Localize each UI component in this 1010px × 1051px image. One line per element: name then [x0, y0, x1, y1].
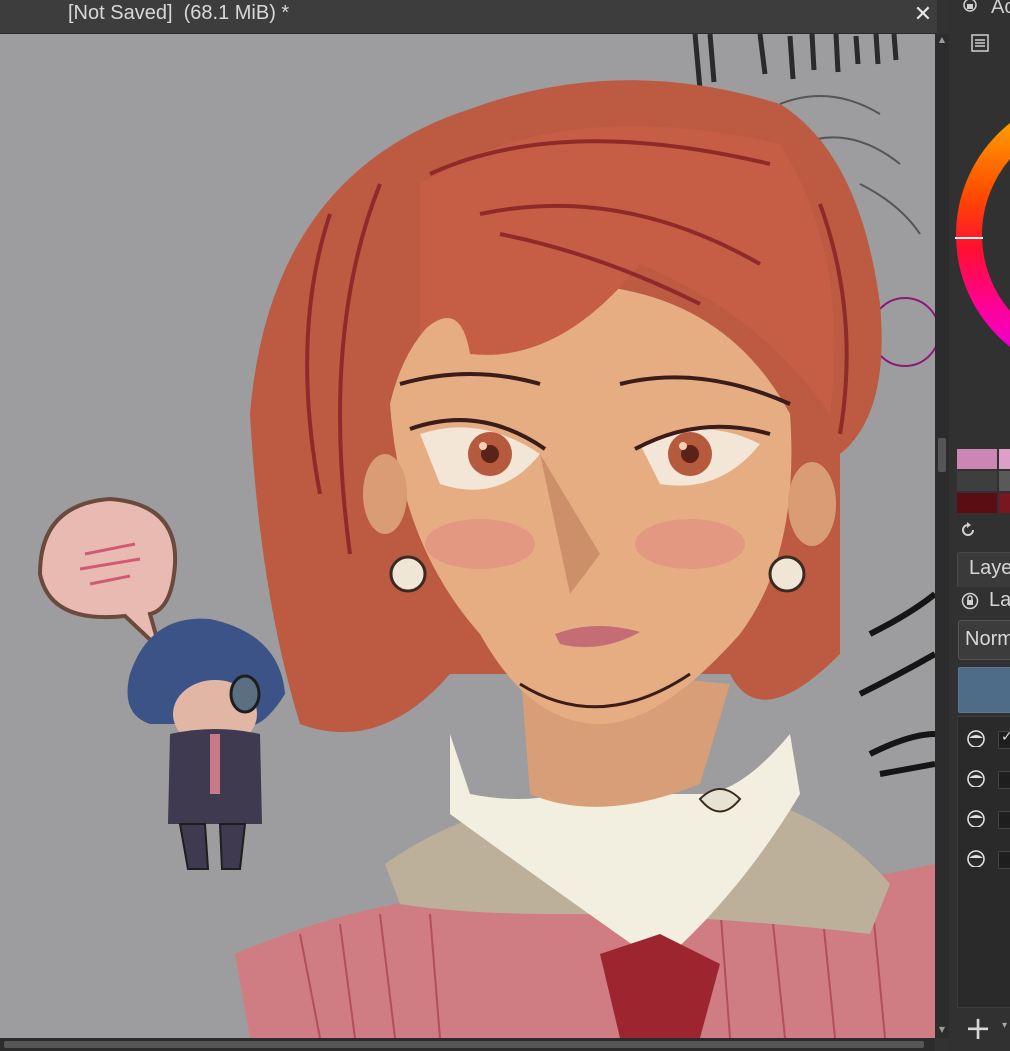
palette-swatch[interactable] [999, 471, 1010, 491]
blend-mode-value: Norm [965, 628, 1010, 650]
add-layer-button[interactable]: + [963, 1012, 993, 1044]
palette-swatch[interactable] [999, 449, 1010, 469]
color-wheel[interactable] [949, 95, 1010, 375]
scroll-down-icon[interactable]: ▼ [935, 1024, 949, 1036]
chevron-down-icon[interactable]: ▾ [1002, 1020, 1007, 1031]
layer-row[interactable] [958, 839, 1010, 877]
eye-icon[interactable] [965, 809, 987, 827]
drawing-canvas[interactable] [0, 34, 935, 1038]
sketch-hatching [692, 34, 899, 90]
docker-title: Ac [991, 0, 1010, 18]
close-icon[interactable]: ✕ [911, 3, 935, 27]
eye-icon[interactable] [965, 729, 987, 747]
black-ink-strokes [858, 591, 935, 777]
left-earring [389, 555, 427, 593]
vertical-scroll-thumb[interactable] [938, 438, 946, 472]
palette-swatch[interactable] [957, 449, 997, 469]
tab-layers-label: Laye [969, 557, 1010, 579]
eye-icon[interactable] [965, 849, 987, 867]
palette-swatch[interactable] [999, 493, 1010, 513]
layer-row[interactable] [958, 799, 1010, 837]
palette-swatch[interactable] [957, 471, 997, 491]
layer-lock-icon[interactable] [961, 592, 979, 610]
layer-row[interactable]: ✓ [958, 719, 1010, 757]
speech-bubble [37, 496, 178, 656]
layer-checkbox[interactable] [998, 851, 1010, 869]
vertical-scrollbar[interactable]: ▲ ▼ [935, 34, 949, 1038]
scroll-up-icon[interactable]: ▲ [935, 34, 949, 46]
right-earring [768, 555, 806, 593]
refresh-icon[interactable] [959, 521, 977, 539]
right-docker: Ac Laye La Norm ✓ + ▾ [949, 0, 1010, 1051]
document-tab-bar: [Not Saved] (68.1 MiB) * ✕ [0, 0, 937, 34]
blend-mode-select[interactable]: Norm [958, 620, 1010, 660]
horizontal-scroll-thumb[interactable] [4, 1041, 924, 1048]
palette-swatch[interactable] [957, 493, 997, 513]
tab-layers[interactable]: Laye [957, 552, 1010, 587]
layer-label: La [989, 589, 1010, 611]
document-tab-title[interactable]: [Not Saved] (68.1 MiB) * [68, 2, 289, 25]
layer-list: ✓ [957, 716, 1010, 1008]
layer-checkbox[interactable] [998, 811, 1010, 829]
opacity-slider[interactable] [958, 667, 1010, 713]
layer-row[interactable] [958, 759, 1010, 797]
horizontal-scrollbar[interactable] [0, 1038, 935, 1051]
layer-checkbox[interactable] [998, 771, 1010, 789]
docker-menu-icon[interactable] [971, 34, 989, 52]
artwork [37, 34, 935, 1038]
eye-icon[interactable] [965, 769, 987, 787]
lock-icon[interactable] [962, 0, 978, 14]
checkmark-icon: ✓ [1001, 729, 1010, 745]
layer-checkbox[interactable]: ✓ [998, 729, 1010, 749]
